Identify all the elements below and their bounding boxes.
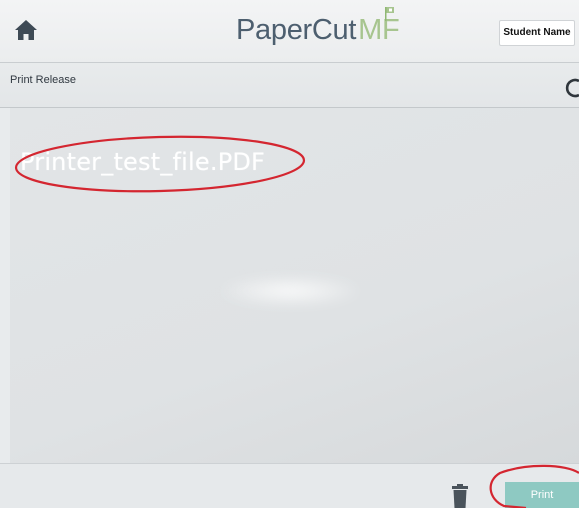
home-button[interactable] bbox=[14, 19, 38, 41]
refresh-icon bbox=[565, 78, 579, 98]
refresh-button[interactable] bbox=[565, 73, 579, 101]
blurred-region bbox=[220, 276, 360, 306]
sub-header: Print Release bbox=[0, 63, 579, 108]
logo-text-papercut: PaperCut bbox=[236, 14, 357, 46]
top-header: PaperCut MF Student Name bbox=[0, 0, 579, 63]
user-name-button[interactable]: Student Name bbox=[499, 20, 575, 46]
papercut-screen: PaperCut MF Student Name Print Release Pr… bbox=[0, 0, 579, 508]
delete-button[interactable] bbox=[451, 484, 469, 508]
trash-icon bbox=[452, 484, 468, 508]
print-button[interactable]: Print bbox=[505, 482, 579, 508]
bottom-toolbar bbox=[0, 463, 579, 508]
job-item[interactable]: Printer_test_file.PDF bbox=[20, 148, 265, 176]
papercut-logo: PaperCut MF bbox=[236, 14, 400, 54]
page-title: Print Release bbox=[10, 74, 77, 86]
left-gutter bbox=[0, 108, 10, 463]
logo-flag-icon bbox=[385, 7, 394, 21]
home-icon bbox=[15, 20, 37, 40]
